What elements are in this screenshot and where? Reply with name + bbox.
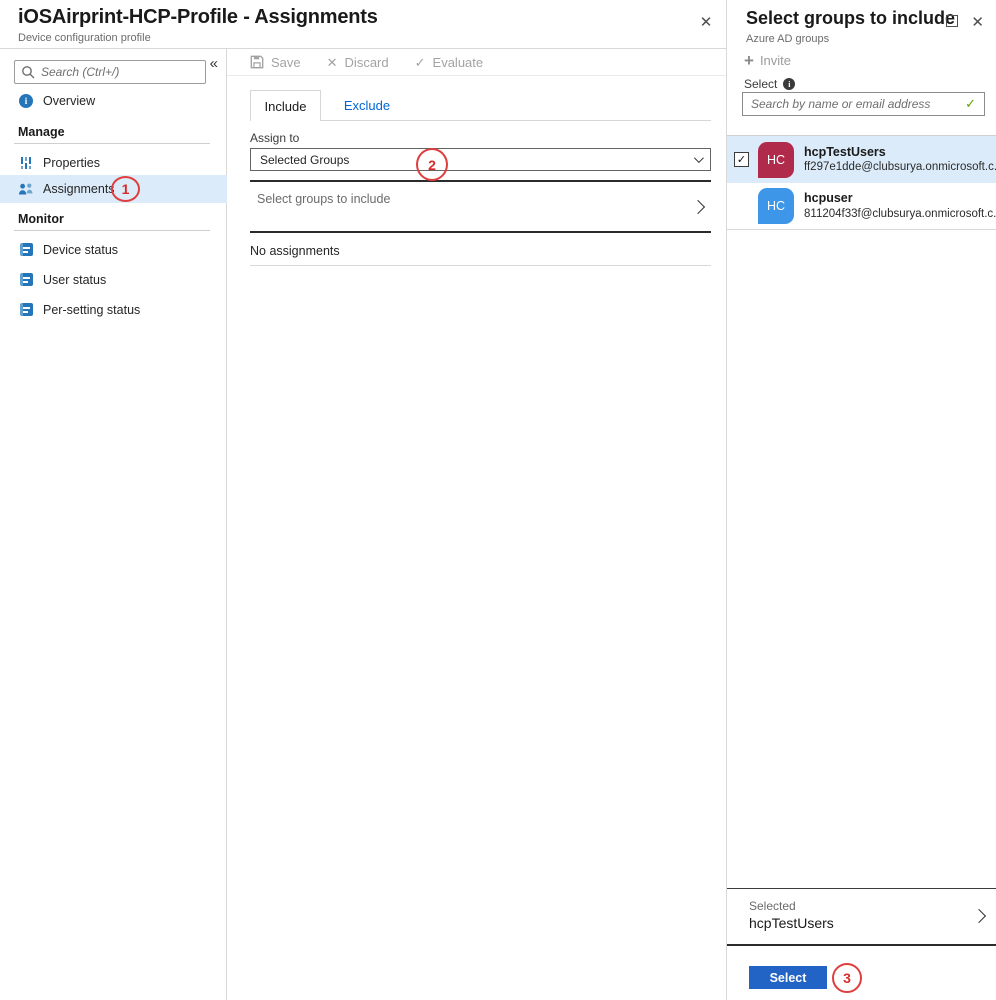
select-field-label: Select [744,77,795,91]
save-icon [250,55,264,69]
evaluate-label: Evaluate [433,55,484,70]
tab-exclude[interactable]: Exclude [337,90,397,121]
sidebar-item-label: Device status [43,243,118,257]
group-row-hcpuser[interactable]: HC hcpuser 811204f33f@clubsurya.onmicros… [727,183,996,230]
group-email: ff297e1dde@clubsurya.onmicrosoft.c... [804,160,996,175]
status-report-icon [18,242,34,257]
search-input[interactable] [41,65,199,79]
select-label-text: Select [744,77,777,91]
sidebar-search[interactable] [14,60,206,84]
select-groups-row[interactable]: Select groups to include [250,182,711,231]
status-report-icon [18,272,34,287]
group-name: hcpTestUsers [804,144,996,160]
tab-include[interactable]: Include [250,90,321,121]
group-email: 811204f33f@clubsurya.onmicrosoft.c... [804,207,996,222]
assign-to-dropdown[interactable]: Selected Groups [250,148,711,171]
tab-label: Include [265,99,307,114]
azure-portal: iOSAirprint-HCP-Profile - Assignments De… [0,0,996,1000]
assign-to-label: Assign to [250,131,299,145]
sidebar-item-per-setting-status[interactable]: Per-setting status [0,296,227,323]
save-button[interactable]: Save [250,55,301,70]
group-avatar: HC [758,188,794,224]
sidebar-item-label: User status [43,273,106,287]
plus-icon [744,52,754,69]
group-row-hcptestusers[interactable]: HC hcpTestUsers ff297e1dde@clubsurya.onm… [727,136,996,183]
maximize-icon[interactable] [946,15,958,27]
status-report-icon [18,302,34,317]
sliders-icon [18,155,34,170]
search-icon [21,65,35,79]
sidebar-item-properties[interactable]: Properties [0,149,227,176]
evaluate-button[interactable]: Evaluate [415,55,484,70]
close-icon[interactable] [969,11,986,33]
sidebar-item-label: Overview [43,94,95,108]
select-groups-panel: Select groups to include Azure AD groups… [726,0,996,1000]
sidebar-item-label: Per-setting status [43,303,140,317]
no-assignments-text: No assignments [250,244,340,258]
toolbar: Save Discard Evaluate [227,49,726,76]
checkbox-checked-icon[interactable] [734,152,749,167]
annotation-number: 2 [428,157,436,173]
sidebar-item-user-status[interactable]: User status [0,266,227,293]
select-button[interactable]: Select [749,966,827,989]
group-texts: hcpTestUsers ff297e1dde@clubsurya.onmicr… [804,144,996,175]
annotation-number: 3 [843,970,851,986]
panel-title: Select groups to include [746,8,955,29]
annotation-step-3: 3 [832,963,862,993]
sidebar-section-monitor: Monitor [18,212,64,226]
info-icon [18,93,34,108]
panel-subtitle: Azure AD groups [746,33,829,45]
selected-summary-value: hcpTestUsers [749,915,834,931]
discard-button[interactable]: Discard [327,55,389,70]
chevron-right-icon [691,199,705,213]
close-icon[interactable] [696,12,716,32]
group-search-input[interactable] [751,97,961,111]
discard-label: Discard [345,55,389,70]
divider [14,230,210,231]
assign-to-value: Selected Groups [260,153,349,167]
page-title: iOSAirprint-HCP-Profile - Assignments [18,6,378,29]
tab-label: Exclude [344,98,390,113]
annotation-step-1: 1 [111,176,140,202]
discard-icon [327,56,338,69]
device-profile-blade: iOSAirprint-HCP-Profile - Assignments De… [0,0,726,1000]
divider [250,231,711,233]
collapse-sidebar-icon[interactable] [206,53,222,74]
tab-divider [321,120,711,121]
sidebar-section-manage: Manage [18,125,65,139]
divider [727,944,996,946]
assignments-content: Save Discard Evaluate Include Exclude As… [227,49,726,1000]
chevron-right-icon[interactable] [972,909,986,923]
annotation-number: 1 [122,181,130,197]
invite-label: Invite [760,53,791,68]
info-icon [783,78,795,90]
sidebar-item-overview[interactable]: Overview [0,87,227,114]
checkmark-icon [415,56,426,69]
divider [14,143,210,144]
select-groups-label: Select groups to include [250,192,390,206]
sidebar-item-device-status[interactable]: Device status [0,236,227,263]
sidebar-item-label: Assignments [43,182,115,196]
select-button-label: Select [770,971,807,985]
invite-button[interactable]: Invite [744,52,791,69]
save-label: Save [271,55,301,70]
annotation-step-2: 2 [416,148,448,181]
group-name: hcpuser [804,190,996,206]
blade-header: iOSAirprint-HCP-Profile - Assignments De… [0,0,726,49]
group-search-box[interactable] [742,92,985,116]
chevron-down-icon [694,153,704,163]
group-texts: hcpuser 811204f33f@clubsurya.onmicrosoft… [804,190,996,221]
group-avatar: HC [758,142,794,178]
page-subtitle: Device configuration profile [18,32,151,44]
divider [727,888,996,889]
divider [250,265,711,266]
selected-summary-label: Selected [749,899,796,913]
sidebar-item-label: Properties [43,156,100,170]
valid-check-icon [965,96,976,112]
people-icon [18,182,34,197]
